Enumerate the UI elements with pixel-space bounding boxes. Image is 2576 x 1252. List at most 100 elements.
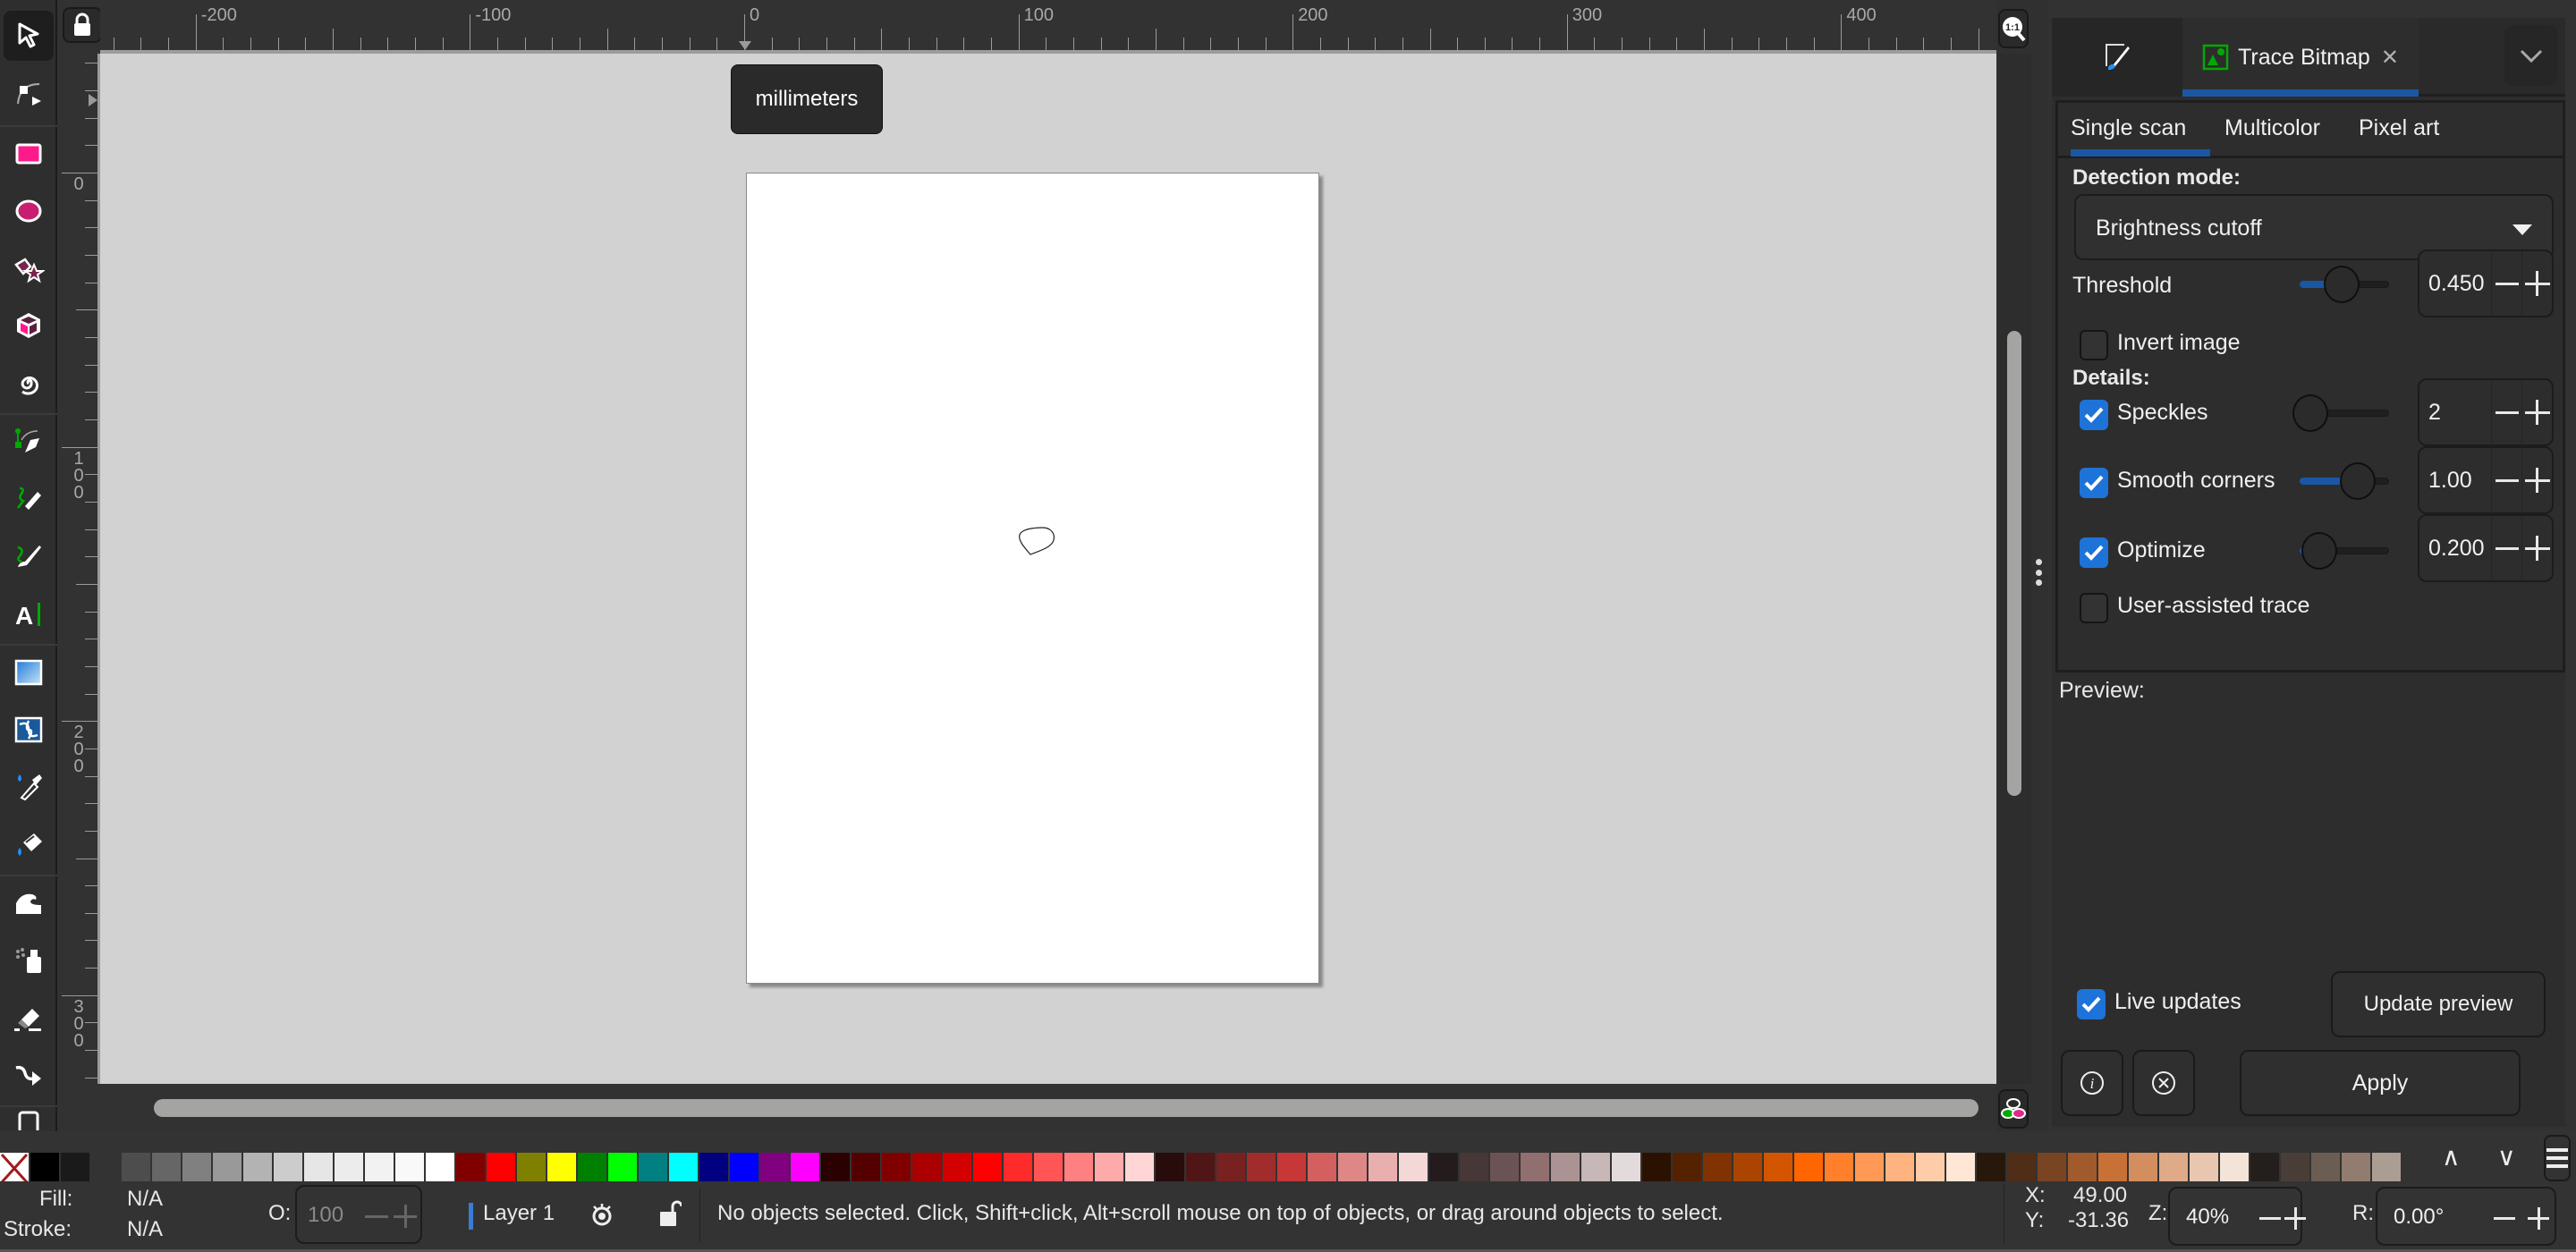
horizontal-ruler[interactable]: -200 -100 0 100 200 300 400 xyxy=(100,0,1996,54)
color-swatch[interactable] xyxy=(304,1153,335,1184)
drawn-path-shape[interactable] xyxy=(1011,510,1064,563)
zoom-spinbox[interactable]: 40% xyxy=(2168,1187,2306,1246)
swatch-none[interactable] xyxy=(0,1153,30,1184)
color-swatch[interactable] xyxy=(395,1153,426,1184)
color-swatch[interactable] xyxy=(852,1153,882,1184)
color-swatch[interactable] xyxy=(547,1153,578,1184)
color-swatch[interactable] xyxy=(791,1153,821,1184)
color-swatch[interactable] xyxy=(182,1153,213,1184)
color-swatch[interactable] xyxy=(730,1153,760,1184)
color-swatch[interactable] xyxy=(2007,1153,2038,1184)
color-swatch[interactable] xyxy=(91,1153,122,1184)
color-swatch[interactable] xyxy=(213,1153,243,1184)
vertical-ruler[interactable]: 0 100 200 300 xyxy=(59,54,100,1084)
rotation-value[interactable]: 0.00° xyxy=(2394,1205,2444,1230)
eraser-tool[interactable] xyxy=(4,993,54,1043)
slider-knob[interactable] xyxy=(2301,532,2338,570)
color-swatch[interactable] xyxy=(487,1153,517,1184)
color-swatch[interactable] xyxy=(2129,1153,2159,1184)
color-swatch[interactable] xyxy=(2372,1153,2402,1184)
display-color-mode-button[interactable] xyxy=(1998,1089,2029,1129)
color-swatch[interactable] xyxy=(1673,1153,1703,1184)
paint-bucket-tool[interactable] xyxy=(4,819,54,869)
color-swatch[interactable] xyxy=(1946,1153,1977,1184)
color-swatch[interactable] xyxy=(243,1153,274,1184)
optimize-slider[interactable] xyxy=(2300,530,2389,570)
zoom-1to1-button[interactable]: 1:1 xyxy=(1998,9,2029,48)
color-swatch[interactable] xyxy=(456,1153,487,1184)
color-swatch[interactable] xyxy=(1216,1153,1247,1184)
rotate-ccw-button[interactable] xyxy=(2494,1217,2515,1220)
color-swatch[interactable] xyxy=(274,1153,304,1184)
horizontal-scrollbar-thumb[interactable] xyxy=(154,1099,1979,1117)
color-swatch[interactable] xyxy=(821,1153,852,1184)
tab-fill-and-stroke[interactable] xyxy=(2052,18,2182,97)
smooth-corners-value[interactable]: 1.00 xyxy=(2428,468,2472,494)
color-swatch[interactable] xyxy=(1004,1153,1034,1184)
tab-single-scan[interactable]: Single scan xyxy=(2071,115,2186,141)
star-polygon-tool[interactable] xyxy=(4,243,54,293)
optimize-value[interactable]: 0.200 xyxy=(2428,536,2485,562)
abort-button[interactable] xyxy=(2132,1050,2195,1116)
close-tab-icon[interactable]: ✕ xyxy=(2381,45,2399,71)
rectangle-tool[interactable] xyxy=(4,129,54,179)
spiral-tool[interactable] xyxy=(4,358,54,408)
smooth-corners-spinbox[interactable]: 1.00 xyxy=(2418,446,2554,514)
smooth-corners-checkbox[interactable] xyxy=(2080,468,2108,498)
speckles-checkbox[interactable] xyxy=(2080,400,2108,430)
color-swatch[interactable] xyxy=(1855,1153,1885,1184)
color-swatch[interactable] xyxy=(1642,1153,1673,1184)
increment-button[interactable] xyxy=(2521,516,2552,580)
decrement-button[interactable] xyxy=(2491,380,2521,444)
dropper-tool[interactable] xyxy=(4,762,54,812)
tab-pixel-art[interactable]: Pixel art xyxy=(2359,115,2439,141)
decrement-button[interactable] xyxy=(2491,516,2521,580)
color-swatch[interactable] xyxy=(1460,1153,1490,1184)
fill-value[interactable]: N/A xyxy=(127,1187,163,1212)
optimize-checkbox[interactable] xyxy=(2080,537,2108,568)
color-swatch[interactable] xyxy=(1399,1153,1429,1184)
layer-lock-icon[interactable] xyxy=(658,1199,682,1228)
dock-resize-handle[interactable] xyxy=(2035,559,2042,586)
invert-image-checkbox[interactable] xyxy=(2080,330,2108,360)
increment-button[interactable] xyxy=(2521,380,2552,444)
color-swatch[interactable] xyxy=(1034,1153,1064,1184)
threshold-spinbox[interactable]: 0.450 xyxy=(2418,250,2554,317)
decrement-button[interactable] xyxy=(365,1215,388,1218)
color-swatch[interactable] xyxy=(578,1153,608,1184)
color-swatch[interactable] xyxy=(1794,1153,1825,1184)
color-swatch[interactable] xyxy=(1186,1153,1216,1184)
optimize-spinbox[interactable]: 0.200 xyxy=(2418,514,2554,582)
color-swatch[interactable] xyxy=(1490,1153,1521,1184)
color-swatch[interactable] xyxy=(760,1153,791,1184)
color-swatch[interactable] xyxy=(61,1153,91,1184)
increment-button[interactable] xyxy=(2521,448,2552,512)
color-swatch[interactable] xyxy=(426,1153,456,1184)
node-tool[interactable] xyxy=(4,68,54,118)
color-swatch[interactable] xyxy=(2250,1153,2281,1184)
color-swatch[interactable] xyxy=(1247,1153,1277,1184)
gradient-tool[interactable] xyxy=(4,647,54,698)
zoom-value[interactable]: 40% xyxy=(2186,1205,2229,1230)
info-button[interactable]: i xyxy=(2061,1050,2123,1116)
slider-knob[interactable] xyxy=(2292,394,2328,432)
color-swatch[interactable] xyxy=(1764,1153,1794,1184)
pages-tool[interactable] xyxy=(4,1109,54,1130)
color-swatch[interactable] xyxy=(2159,1153,2190,1184)
color-swatch[interactable] xyxy=(882,1153,912,1184)
color-swatch[interactable] xyxy=(2068,1153,2098,1184)
color-swatch[interactable] xyxy=(30,1153,61,1184)
color-swatch[interactable] xyxy=(1551,1153,1581,1184)
color-swatch[interactable] xyxy=(2220,1153,2250,1184)
slider-knob[interactable] xyxy=(2340,462,2376,500)
vertical-scrollbar-thumb[interactable] xyxy=(2007,331,2021,796)
speckles-value[interactable]: 2 xyxy=(2428,400,2441,426)
color-swatch[interactable] xyxy=(2342,1153,2372,1184)
spray-tool[interactable] xyxy=(4,935,54,986)
opacity-spinbox[interactable]: 100 xyxy=(295,1185,422,1244)
calligraphy-tool[interactable] xyxy=(4,531,54,581)
color-swatch[interactable] xyxy=(669,1153,699,1184)
color-swatch[interactable] xyxy=(1156,1153,1186,1184)
tab-trace-bitmap[interactable]: Trace Bitmap ✕ xyxy=(2182,18,2419,97)
palette-scroll-up-icon[interactable]: ∧ xyxy=(2442,1142,2461,1172)
